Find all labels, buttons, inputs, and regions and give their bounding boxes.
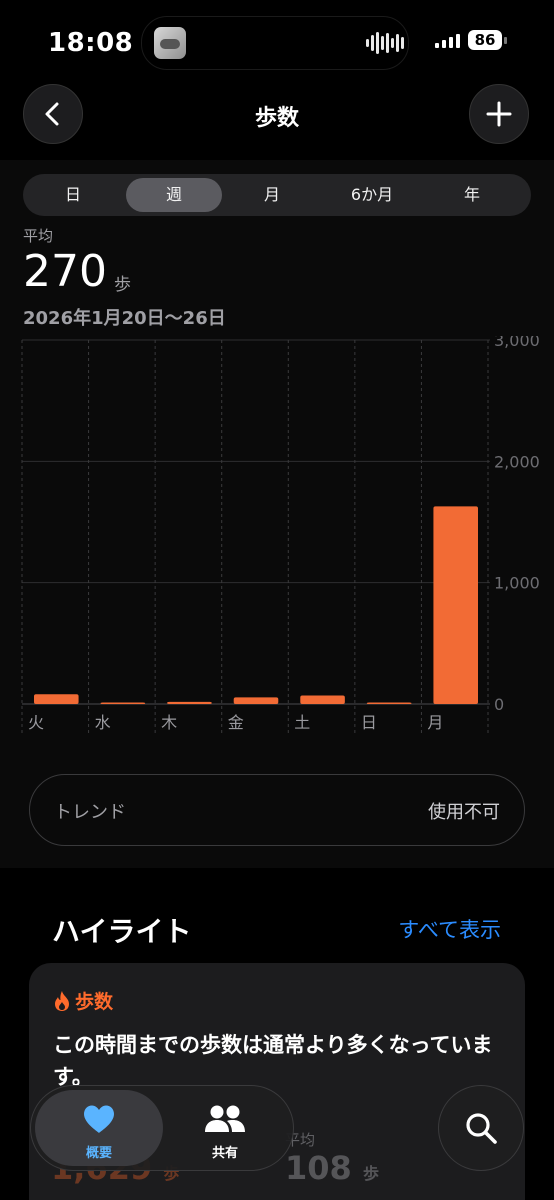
card-description: この時間までの歩数は通常より多くなっています。 [53, 1033, 493, 1089]
bar-2 [167, 701, 212, 704]
dynamic-island[interactable] [141, 16, 409, 70]
status-bar: 18:08 86 [0, 0, 554, 84]
tab-summary[interactable]: 概要 [35, 1090, 163, 1166]
bar-0 [34, 694, 79, 704]
bar-4 [300, 695, 345, 704]
tab-bar: 概要 共有 [30, 1085, 294, 1171]
segment-year[interactable]: 年 [422, 178, 522, 212]
y-tick-label: 2,000 [494, 452, 540, 471]
x-tick-label: 水 [95, 713, 111, 732]
people-icon [205, 1105, 245, 1132]
plus-icon [486, 101, 512, 127]
card-category: 歩数 [75, 991, 114, 1013]
date-range: 2026年1月20日〜26日 [23, 308, 226, 329]
x-tick-label: 金 [228, 713, 244, 732]
bar-3 [233, 697, 279, 704]
tab-summary-label: 概要 [85, 1146, 112, 1161]
x-tick-label: 土 [294, 713, 310, 732]
x-tick-label: 日 [361, 713, 377, 732]
bar-6 [433, 506, 478, 704]
heart-icon [84, 1105, 114, 1133]
add-data-button[interactable] [469, 84, 529, 144]
tab-sharing-label: 共有 [211, 1146, 238, 1161]
y-tick-label: 0 [494, 695, 504, 714]
segment-6months[interactable]: 6か月 [322, 178, 422, 212]
status-time: 18:08 [48, 28, 134, 58]
average-steps-stat: 108 歩 [285, 1149, 379, 1187]
search-icon [466, 1113, 497, 1144]
y-tick-label: 3,000 [494, 336, 540, 350]
steps-bar-chart[interactable]: 0 1,000 2,000 3,000 火 水 木 金 土 日 月 [20, 336, 554, 736]
health-steps-screen: 18:08 86 歩数 日 週 月 6か月 年 平均 270 歩 2026年1月… [0, 0, 554, 1200]
now-playing-artwork [154, 27, 186, 59]
average-unit: 歩 [114, 275, 131, 295]
show-all-link[interactable]: すべて表示 [398, 914, 501, 944]
trend-row[interactable]: トレンド 使用不可 [29, 774, 525, 846]
card-header: 歩数 [53, 987, 113, 1014]
average-steps-value: 108 [285, 1149, 352, 1187]
x-tick-label: 月 [427, 713, 443, 732]
average-value: 270 [23, 246, 107, 297]
audio-waveform-icon [366, 31, 404, 55]
average-steps-unit: 歩 [362, 1164, 379, 1183]
trend-value: 使用不可 [428, 802, 500, 823]
x-tick-label: 木 [161, 713, 177, 732]
battery-icon: 86 [468, 30, 507, 50]
search-button[interactable] [438, 1085, 524, 1171]
trend-label: トレンド [54, 802, 126, 823]
tab-sharing[interactable]: 共有 [161, 1090, 289, 1166]
period-segmented-control: 日 週 月 6か月 年 [23, 174, 531, 216]
cellular-signal-icon [435, 32, 460, 48]
segment-week[interactable]: 週 [126, 178, 222, 212]
highlights-title: ハイライト [52, 915, 192, 948]
y-tick-label: 1,000 [494, 574, 540, 593]
segment-day[interactable]: 日 [23, 178, 123, 212]
x-tick-label: 火 [28, 713, 44, 732]
bar-1 [100, 702, 146, 704]
average-label: 平均 [23, 227, 54, 245]
segment-month[interactable]: 月 [222, 178, 322, 212]
bar-5 [366, 702, 412, 704]
flame-icon [55, 990, 69, 1011]
